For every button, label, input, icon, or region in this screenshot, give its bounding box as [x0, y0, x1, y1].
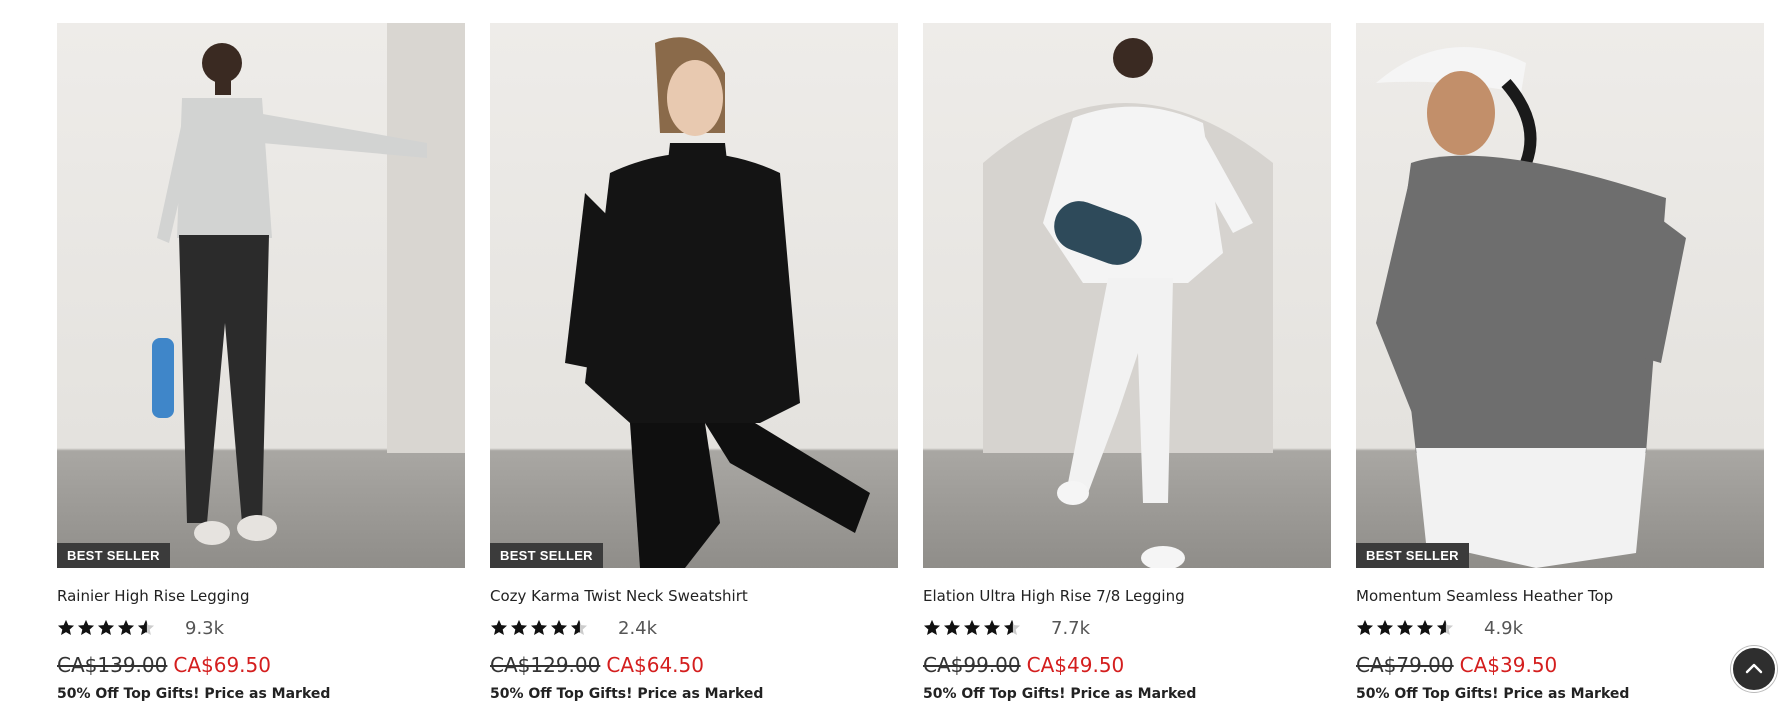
- model-photo-illustration: [1376, 47, 1686, 568]
- half-star-icon: [570, 619, 588, 636]
- product-card[interactable]: BEST SELLER Cozy Karma Twist Neck Sweats…: [490, 23, 898, 702]
- half-star-icon: [137, 619, 155, 636]
- star-rating: [490, 619, 588, 637]
- star-icon: [97, 619, 115, 636]
- price-block: CA$129.00 CA$64.50: [490, 653, 898, 677]
- review-count: 2.4k: [618, 617, 658, 639]
- product-name[interactable]: Rainier High Rise Legging: [57, 587, 465, 605]
- sale-price: CA$39.50: [1459, 653, 1558, 677]
- sale-price: CA$64.50: [606, 653, 704, 677]
- model-photo-illustration: [152, 23, 465, 545]
- original-price: CA$79.00: [1356, 653, 1454, 677]
- review-count: 4.9k: [1484, 617, 1524, 639]
- original-price: CA$139.00: [57, 653, 168, 677]
- product-card[interactable]: BEST SELLER Momentum Seamless Heather To…: [1356, 23, 1764, 702]
- price-block: CA$79.00 CA$39.50: [1356, 653, 1764, 677]
- sale-price: CA$69.50: [173, 653, 271, 677]
- product-name[interactable]: Elation Ultra High Rise 7/8 Legging: [923, 587, 1331, 605]
- star-icon: [1396, 619, 1414, 636]
- promo-text: 50% Off Top Gifts! Price as Marked: [490, 686, 764, 702]
- star-icon: [117, 619, 135, 636]
- star-icon: [550, 619, 568, 636]
- price-block: CA$139.00 CA$69.50: [57, 653, 465, 677]
- star-icon: [1376, 619, 1394, 636]
- chevron-up-icon: [1745, 663, 1763, 674]
- product-name[interactable]: Momentum Seamless Heather Top: [1356, 587, 1764, 605]
- star-icon: [490, 619, 508, 636]
- promo-text: 50% Off Top Gifts! Price as Marked: [1356, 686, 1630, 702]
- star-icon: [923, 619, 941, 636]
- star-icon: [1416, 619, 1434, 636]
- product-grid: BEST SELLER Rainier High Rise Legging 9.…: [57, 23, 1764, 702]
- model-photo-illustration: [983, 38, 1273, 568]
- best-seller-badge: BEST SELLER: [1356, 543, 1469, 568]
- star-rating: [923, 619, 1021, 637]
- price-block: CA$99.00 CA$49.50: [923, 653, 1331, 677]
- rating[interactable]: 2.4k: [490, 617, 898, 639]
- product-image[interactable]: [923, 23, 1331, 568]
- promo-text: 50% Off Top Gifts! Price as Marked: [57, 686, 331, 702]
- star-icon: [510, 619, 528, 636]
- rating[interactable]: 7.7k: [923, 617, 1331, 639]
- star-rating: [1356, 619, 1454, 637]
- original-price: CA$99.00: [923, 653, 1021, 677]
- promo-text: 50% Off Top Gifts! Price as Marked: [923, 686, 1197, 702]
- rating[interactable]: 4.9k: [1356, 617, 1764, 639]
- best-seller-badge: BEST SELLER: [490, 543, 603, 568]
- original-price: CA$129.00: [490, 653, 601, 677]
- product-card[interactable]: Elation Ultra High Rise 7/8 Legging 7.7k…: [923, 23, 1331, 702]
- star-rating: [57, 619, 155, 637]
- product-image[interactable]: BEST SELLER: [57, 23, 465, 568]
- star-icon: [983, 619, 1001, 636]
- star-icon: [530, 619, 548, 636]
- rating[interactable]: 9.3k: [57, 617, 465, 639]
- star-icon: [963, 619, 981, 636]
- half-star-icon: [1003, 619, 1021, 636]
- review-count: 9.3k: [185, 617, 225, 639]
- star-icon: [1356, 619, 1374, 636]
- back-to-top-button[interactable]: [1731, 646, 1777, 692]
- best-seller-badge: BEST SELLER: [57, 543, 170, 568]
- half-star-icon: [1436, 619, 1454, 636]
- product-image[interactable]: BEST SELLER: [490, 23, 898, 568]
- star-icon: [943, 619, 961, 636]
- sale-price: CA$49.50: [1026, 653, 1125, 677]
- star-icon: [77, 619, 95, 636]
- product-image[interactable]: BEST SELLER: [1356, 23, 1764, 568]
- review-count: 7.7k: [1051, 617, 1091, 639]
- star-icon: [57, 619, 75, 636]
- product-card[interactable]: BEST SELLER Rainier High Rise Legging 9.…: [57, 23, 465, 702]
- product-name[interactable]: Cozy Karma Twist Neck Sweatshirt: [490, 587, 898, 605]
- model-photo-illustration: [565, 37, 870, 568]
